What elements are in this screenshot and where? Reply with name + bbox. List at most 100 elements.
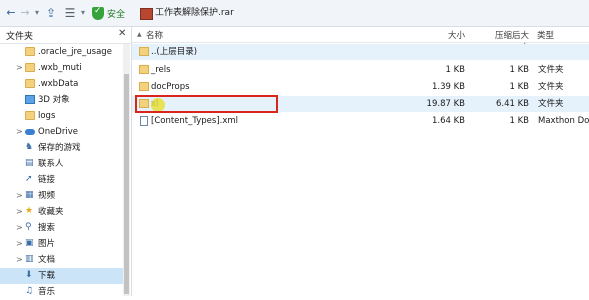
folder-icon: [25, 79, 35, 88]
tree-item[interactable]: logs: [0, 108, 123, 124]
game-icon: ♞: [25, 142, 34, 152]
download-icon: ⬇: [25, 270, 33, 280]
forward-arrow-icon[interactable]: →: [19, 5, 31, 21]
list-row[interactable]: _rels 1 KB 1 KB 文件夹: [132, 62, 589, 78]
row-size: 1.39 KB: [431, 82, 465, 92]
security-label: 安全: [107, 9, 126, 20]
expand-chevron-icon[interactable]: >: [16, 124, 23, 140]
expand-chevron-icon[interactable]: >: [16, 204, 23, 220]
row-packed-size: 1 KB: [509, 116, 529, 126]
folder-icon: [139, 99, 149, 108]
tree-item-label: 搜索: [38, 223, 56, 233]
row-packed-size: 1 KB: [509, 82, 529, 92]
tree-item-label: 音乐: [38, 287, 56, 297]
star-icon: ★: [25, 206, 34, 216]
expand-chevron-icon[interactable]: >: [16, 188, 23, 204]
folder-tree-pane: 文件夹 ✕ .oracle_jre_usage > .wxb_muti .wxb…: [0, 27, 132, 297]
tree-item-label: .wxb_muti: [38, 63, 82, 73]
expand-chevron-icon[interactable]: >: [16, 236, 23, 252]
tree-item[interactable]: 3D 对象: [0, 92, 123, 108]
tree-item[interactable]: ➚ 链接: [0, 172, 123, 188]
list-row-parent[interactable]: ..(上层目录): [132, 44, 589, 60]
archive-path[interactable]: 工作表解除保护.rar: [155, 6, 234, 20]
row-type: 文件夹: [538, 99, 564, 109]
tree-item[interactable]: > ▦ 视频: [0, 188, 123, 204]
list-row[interactable]: [Content_Types].xml 1.64 KB 1 KB Maxthon…: [132, 113, 589, 129]
tree-item-label: 联系人: [38, 159, 64, 169]
tree-item[interactable]: .wxbData: [0, 76, 123, 92]
list-row[interactable]: docProps 1.39 KB 1 KB 文件夹: [132, 79, 589, 95]
row-name: ..(上层目录): [151, 47, 198, 57]
folder-icon: [25, 111, 35, 120]
picture-icon: ▣: [25, 238, 34, 248]
row-size: 1 KB: [445, 65, 465, 75]
column-type[interactable]: 类型: [537, 29, 554, 41]
tree-item-label: 链接: [38, 175, 56, 185]
row-size: 1.64 KB: [431, 116, 465, 126]
folder-pane-title: 文件夹: [6, 32, 34, 42]
tree-item[interactable]: > ⚲ 搜索: [0, 220, 123, 236]
view-list-icon[interactable]: ☰: [63, 5, 77, 21]
row-name: [Content_Types].xml: [151, 116, 239, 126]
tree-item[interactable]: > ★ 收藏夹: [0, 204, 123, 220]
link-icon: ➚: [25, 174, 33, 184]
tree-item-label: 保存的游戏: [38, 143, 81, 153]
tree-item-label: 下载: [38, 271, 56, 281]
tree-item[interactable]: > ▥ 文档: [0, 252, 123, 268]
folder-pane-scrollbar[interactable]: [123, 44, 130, 296]
folder-icon: [25, 47, 35, 56]
tree-item-label: .oracle_jre_usage: [38, 47, 112, 57]
folder-icon: [25, 63, 35, 72]
tree-item[interactable]: ♞ 保存的游戏: [0, 140, 123, 156]
tree-item[interactable]: > OneDrive: [0, 124, 123, 140]
scrollbar-thumb[interactable]: [124, 74, 129, 294]
row-name: _rels: [151, 65, 171, 75]
file-list: ▲ 名称 大小 压缩后大小 类型 ..(上层目录) _rels 1 KB 1 K…: [132, 27, 589, 296]
row-type: Maxthon Do: [538, 116, 589, 126]
tree-item[interactable]: .oracle_jre_usage: [0, 44, 123, 60]
view-dropdown-icon[interactable]: ▾: [78, 5, 88, 21]
tree-item[interactable]: ♫ 音乐: [0, 284, 123, 300]
back-arrow-icon[interactable]: ←: [4, 5, 18, 21]
up-folder-icon: [139, 47, 149, 56]
folder-icon: [139, 82, 149, 91]
row-packed-size: 1 KB: [509, 65, 529, 75]
tree-item-label: logs: [38, 111, 56, 121]
tree-item-label: 收藏夹: [38, 207, 64, 217]
tree-item-label: 3D 对象: [38, 95, 70, 105]
folder-icon: [139, 65, 149, 74]
security-indicator: 安全: [92, 5, 125, 21]
list-row-selected[interactable]: xl 19.87 KB 6.41 KB 文件夹: [132, 96, 589, 112]
history-dropdown-icon[interactable]: ▾: [32, 5, 42, 21]
music-icon: ♫: [25, 286, 34, 296]
toolbar: ← → ▾ ⇪ ☰ ▾ 安全 工作表解除保护.rar: [0, 0, 589, 27]
column-name[interactable]: 名称: [146, 29, 163, 41]
row-type: 文件夹: [538, 65, 564, 75]
row-type: 文件夹: [538, 82, 564, 92]
tree-item[interactable]: ▤ 联系人: [0, 156, 123, 172]
tree-item-label: 视频: [38, 191, 56, 201]
expand-chevron-icon[interactable]: >: [16, 220, 23, 236]
archive-icon: [140, 8, 153, 20]
column-size[interactable]: 大小: [445, 29, 465, 41]
cube-icon: [25, 95, 35, 104]
expand-chevron-icon[interactable]: >: [16, 252, 23, 268]
cloud-icon: [25, 127, 35, 136]
column-header: ▲ 名称 大小 压缩后大小 类型: [132, 27, 589, 53]
video-icon: ▦: [25, 190, 34, 200]
tree-item[interactable]: ⬇ 下载: [0, 268, 123, 284]
close-icon[interactable]: ✕: [118, 28, 126, 39]
tree-item-label: 文档: [38, 255, 56, 265]
tree-item-label: .wxbData: [38, 79, 79, 89]
shield-check-icon: [92, 6, 104, 20]
expand-chevron-icon[interactable]: >: [16, 60, 23, 76]
row-packed-size: 6.41 KB: [495, 99, 529, 109]
tree-item[interactable]: > .wxb_muti: [0, 60, 123, 76]
mouse-cursor-highlight: [151, 98, 165, 112]
sort-arrow-icon: ▲: [137, 31, 142, 38]
folder-pane-header: 文件夹 ✕: [0, 27, 131, 44]
tree-item[interactable]: > ▣ 图片: [0, 236, 123, 252]
extract-up-icon[interactable]: ⇪: [44, 5, 58, 21]
tree-item-label: OneDrive: [38, 127, 78, 137]
search-icon: ⚲: [25, 222, 32, 232]
